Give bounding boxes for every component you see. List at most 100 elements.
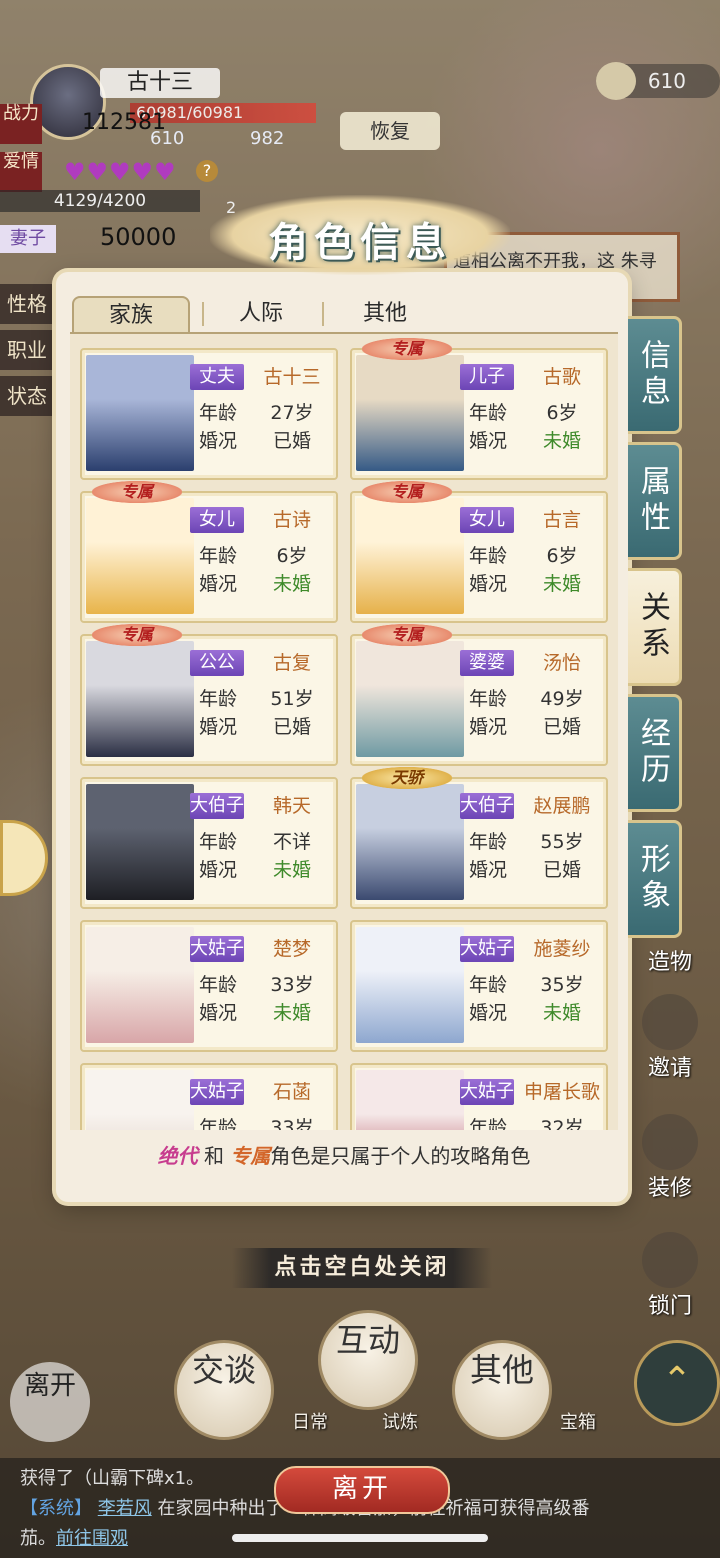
marriage-label: 婚况 — [198, 430, 237, 452]
marriage-label: 婚况 — [468, 430, 507, 452]
character-portrait — [356, 784, 464, 900]
hammer-icon — [642, 1114, 698, 1170]
chat-player-link[interactable]: 李若风 — [98, 1498, 152, 1519]
lock-door-button[interactable]: 锁门 — [630, 1232, 710, 1320]
relation-card[interactable]: 专属 女儿 古诗 年龄 6岁 婚况 未婚 — [80, 481, 338, 623]
family-card-list[interactable]: 丈夫 古十三 年龄 27岁 婚况 已婚 专属 儿子 古歌 年龄 6岁 婚况 未婚 专属 女儿 古诗 年龄 6岁 婚况… — [70, 332, 618, 1130]
decorate-button[interactable]: 装修 — [630, 1114, 710, 1202]
tab-other[interactable]: 其他 — [326, 296, 444, 332]
age-label: 年龄 — [468, 688, 507, 710]
leave-side-button[interactable]: 离开 — [10, 1362, 90, 1442]
age-label: 年龄 — [468, 402, 507, 424]
trait-personality[interactable]: 性格 — [0, 284, 54, 324]
age-label: 年龄 — [198, 402, 237, 424]
marriage-label: 婚况 — [198, 573, 237, 595]
dialog-title: 角色信息 — [268, 220, 452, 266]
age-label: 年龄 — [198, 1117, 237, 1130]
marriage-value: 已婚 — [542, 859, 581, 881]
relation-card[interactable]: 大姑子申屠长歌年龄32岁婚况未婚 — [350, 1063, 608, 1130]
love-progress: 4129/4200 — [0, 190, 200, 212]
exclusive-badge: 专属 — [92, 481, 182, 503]
marriage-label: 婚况 — [198, 1002, 237, 1024]
age-label: 年龄 — [468, 1117, 507, 1130]
age-label: 年龄 — [468, 974, 507, 996]
character-name: 汤怡 — [542, 652, 581, 674]
help-icon[interactable]: ? — [196, 160, 218, 182]
relation-card[interactable]: 大姑子 楚梦 年龄 33岁 婚况 未婚 — [80, 920, 338, 1052]
side-tab-history[interactable]: 经历 — [628, 694, 682, 812]
character-portrait — [356, 355, 464, 471]
marriage-value: 已婚 — [272, 430, 311, 452]
relation-card[interactable]: 大姑子石菡年龄33岁婚况未婚 — [80, 1063, 338, 1130]
side-tab-appearance[interactable]: 形象 — [628, 820, 682, 938]
marriage-value: 未婚 — [542, 430, 581, 452]
marriage-value: 已婚 — [542, 716, 581, 738]
other-button[interactable]: 其他 — [452, 1340, 552, 1440]
bowl-icon — [596, 62, 636, 100]
money-value: 50000 — [100, 223, 177, 251]
character-portrait — [86, 498, 194, 614]
tab-family[interactable]: 家族 — [72, 296, 190, 332]
relation-tabs: 家族 人际 其他 — [72, 296, 512, 332]
exclusive-badge: 专属 — [92, 624, 182, 646]
recover-button[interactable]: 恢复 — [340, 112, 440, 150]
exclusive-badge: 专属 — [362, 338, 452, 360]
talk-button[interactable]: 交谈 — [174, 1340, 274, 1440]
trait-job[interactable]: 职业 — [0, 330, 54, 370]
character-portrait — [356, 1070, 464, 1130]
love-label: 爱情 — [0, 152, 42, 192]
side-tab-attributes[interactable]: 属性 — [628, 442, 682, 560]
relation-card[interactable]: 丈夫 古十三 年龄 27岁 婚况 已婚 — [80, 348, 338, 480]
exclusive-badge: 专属 — [362, 481, 452, 503]
relation-card[interactable]: 专属 婆婆 汤怡 年龄 49岁 婚况 已婚 — [350, 624, 608, 766]
marriage-value: 未婚 — [272, 573, 311, 595]
relation-card[interactable]: 大伯子 韩天 年龄 不详 婚况 未婚 — [80, 777, 338, 909]
character-portrait — [86, 1070, 194, 1130]
daily-label[interactable]: 日常 — [292, 1408, 328, 1434]
role-badge: 大姑子 — [460, 1079, 514, 1105]
character-portrait — [356, 927, 464, 1043]
role-badge: 大姑子 — [460, 936, 514, 962]
tab-social[interactable]: 人际 — [202, 296, 320, 332]
side-tab-relations[interactable]: 关系 — [628, 568, 682, 686]
compass-icon[interactable]: ⌃ — [634, 1340, 720, 1426]
character-portrait — [86, 641, 194, 757]
relation-card[interactable]: 专属 女儿 古言 年龄 6岁 婚况 未婚 — [350, 481, 608, 623]
age-value: 32岁 — [540, 1117, 584, 1130]
age-value: 51岁 — [270, 688, 314, 710]
marriage-label: 婚况 — [468, 859, 507, 881]
chat-watch-link[interactable]: 前往围观 — [56, 1528, 128, 1549]
stat-b: 982 — [250, 128, 285, 149]
interact-button[interactable]: 互动 — [318, 1310, 418, 1410]
create-button[interactable]: 造物 — [630, 944, 710, 976]
treasure-label[interactable]: 宝箱 — [560, 1408, 596, 1434]
relation-card[interactable]: 天骄 大伯子 赵展鹏 年龄 55岁 婚况 已婚 — [350, 767, 608, 909]
trait-status[interactable]: 状态 — [0, 376, 54, 416]
trial-label[interactable]: 试炼 — [382, 1408, 418, 1434]
footnote-text: 角色是只属于个人的攻略角色 — [270, 1144, 531, 1168]
role-badge: 大姑子 — [190, 1079, 244, 1105]
character-portrait — [86, 784, 194, 900]
marriage-label: 婚况 — [198, 859, 237, 881]
side-tab-info[interactable]: 信息 — [628, 316, 682, 434]
age-value: 27岁 — [270, 402, 314, 424]
character-name: 石菡 — [272, 1081, 311, 1103]
character-name: 古复 — [272, 652, 311, 674]
home-indicator[interactable] — [232, 1534, 488, 1542]
role-badge: 大伯子 — [190, 793, 244, 819]
wife-badge: 妻子 — [0, 225, 56, 253]
invite-button[interactable]: 邀请 — [630, 994, 710, 1082]
role-badge: 女儿 — [190, 507, 244, 533]
footnote-and: 和 — [197, 1144, 231, 1168]
age-value: 不详 — [272, 831, 311, 853]
role-badge: 大姑子 — [190, 936, 244, 962]
close-hint[interactable]: 点击空白处关闭 — [232, 1248, 492, 1288]
leave-button[interactable]: 离开 — [274, 1466, 450, 1514]
character-name: 古言 — [542, 509, 581, 531]
relation-card[interactable]: 专属 儿子 古歌 年龄 6岁 婚况 未婚 — [350, 338, 608, 480]
stat-a: 610 — [150, 128, 185, 149]
footnote-exclusive: 专属 — [230, 1144, 271, 1168]
character-name: 申屠长歌 — [523, 1081, 600, 1103]
relation-card[interactable]: 大姑子 施菱纱 年龄 35岁 婚况 未婚 — [350, 920, 608, 1052]
relation-card[interactable]: 专属 公公 古复 年龄 51岁 婚况 已婚 — [80, 624, 338, 766]
